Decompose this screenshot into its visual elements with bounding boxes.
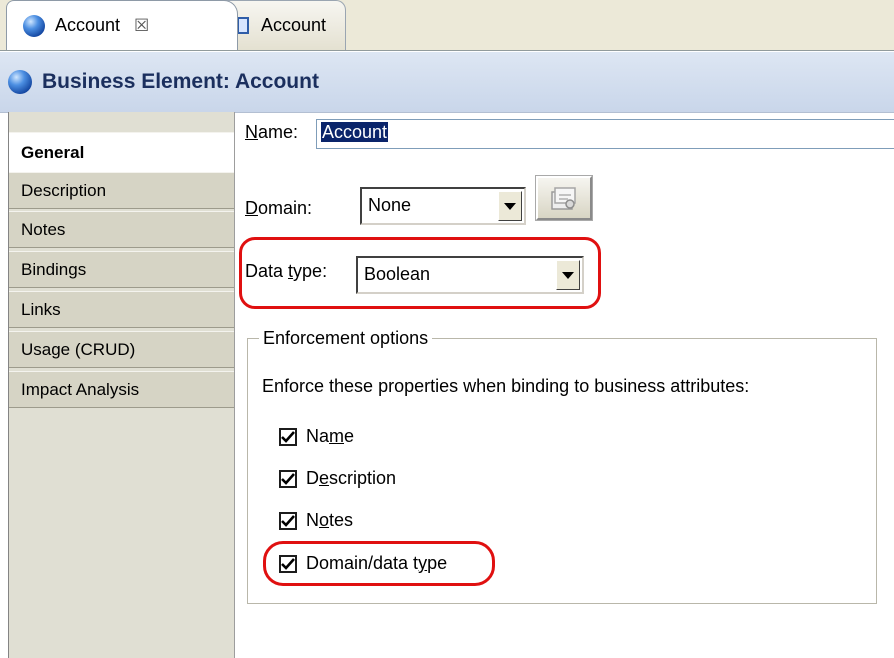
domain-label: Domain: xyxy=(245,198,313,218)
nav-item-links[interactable]: Links xyxy=(9,291,234,328)
nav-item-label: General xyxy=(21,142,85,162)
tab-account-secondary[interactable]: Account xyxy=(220,0,346,50)
checkbox-checked-icon xyxy=(279,511,297,530)
nav-item-notes[interactable]: Notes xyxy=(9,211,234,248)
enforcement-instructions: Enforce these properties when binding to… xyxy=(262,376,750,396)
checkbox-checked-icon xyxy=(279,469,297,488)
nav-item-label: Impact Analysis xyxy=(21,379,140,399)
property-sections-nav: General Description Notes Bindings Links… xyxy=(8,112,235,658)
nav-item-label: Notes xyxy=(21,219,66,239)
tab-label: Account xyxy=(55,15,121,35)
domain-select[interactable]: None xyxy=(360,187,526,225)
checkbox-label: Domain/data type xyxy=(306,553,448,573)
checkbox-checked-icon xyxy=(279,554,297,573)
datatype-value: Boolean xyxy=(364,264,431,284)
tab-label: Account xyxy=(261,15,327,35)
editor-header: Business Element: Account xyxy=(0,51,894,113)
nav-item-general[interactable]: General xyxy=(9,132,234,172)
nav-item-label: Links xyxy=(21,299,61,319)
chevron-down-icon[interactable] xyxy=(498,191,522,221)
properties-icon xyxy=(551,187,576,210)
datatype-label: Data type: xyxy=(245,261,328,281)
document-icon xyxy=(237,17,249,34)
close-icon[interactable]: ☒ xyxy=(134,16,149,36)
checkbox-notes[interactable]: Notes xyxy=(279,510,353,531)
nav-item-bindings[interactable]: Bindings xyxy=(9,251,234,288)
checkbox-label: Description xyxy=(306,468,397,488)
nav-item-impact-analysis[interactable]: Impact Analysis xyxy=(9,371,234,408)
checkbox-domain-datatype[interactable]: Domain/data type xyxy=(279,553,447,574)
datatype-select[interactable]: Boolean xyxy=(356,256,584,294)
nav-item-label: Description xyxy=(21,180,107,200)
nav-item-description[interactable]: Description xyxy=(9,172,234,209)
domain-browse-button[interactable] xyxy=(535,175,593,221)
page-title: Business Element: Account xyxy=(42,70,319,93)
chevron-down-icon[interactable] xyxy=(556,260,580,290)
domain-value: None xyxy=(368,195,412,215)
globe-icon xyxy=(23,14,45,37)
name-label: Name: xyxy=(245,122,299,142)
nav-item-usage-crud[interactable]: Usage (CRUD) xyxy=(9,331,234,368)
nav-item-label: Bindings xyxy=(21,259,87,279)
checkbox-label: Name xyxy=(306,426,355,446)
tab-account-active[interactable]: Account ☒ xyxy=(6,0,238,50)
editor-tab-bar: Account Account ☒ xyxy=(0,0,894,51)
checkbox-name[interactable]: Name xyxy=(279,426,354,447)
name-field[interactable]: Account xyxy=(316,119,894,149)
checkbox-label: Notes xyxy=(306,510,354,530)
checkbox-checked-icon xyxy=(279,427,297,446)
checkbox-description[interactable]: Description xyxy=(279,468,396,489)
group-title: Enforcement options xyxy=(259,328,433,349)
nav-item-label: Usage (CRUD) xyxy=(21,339,136,359)
name-value: Account xyxy=(321,122,389,142)
globe-icon xyxy=(8,70,32,94)
